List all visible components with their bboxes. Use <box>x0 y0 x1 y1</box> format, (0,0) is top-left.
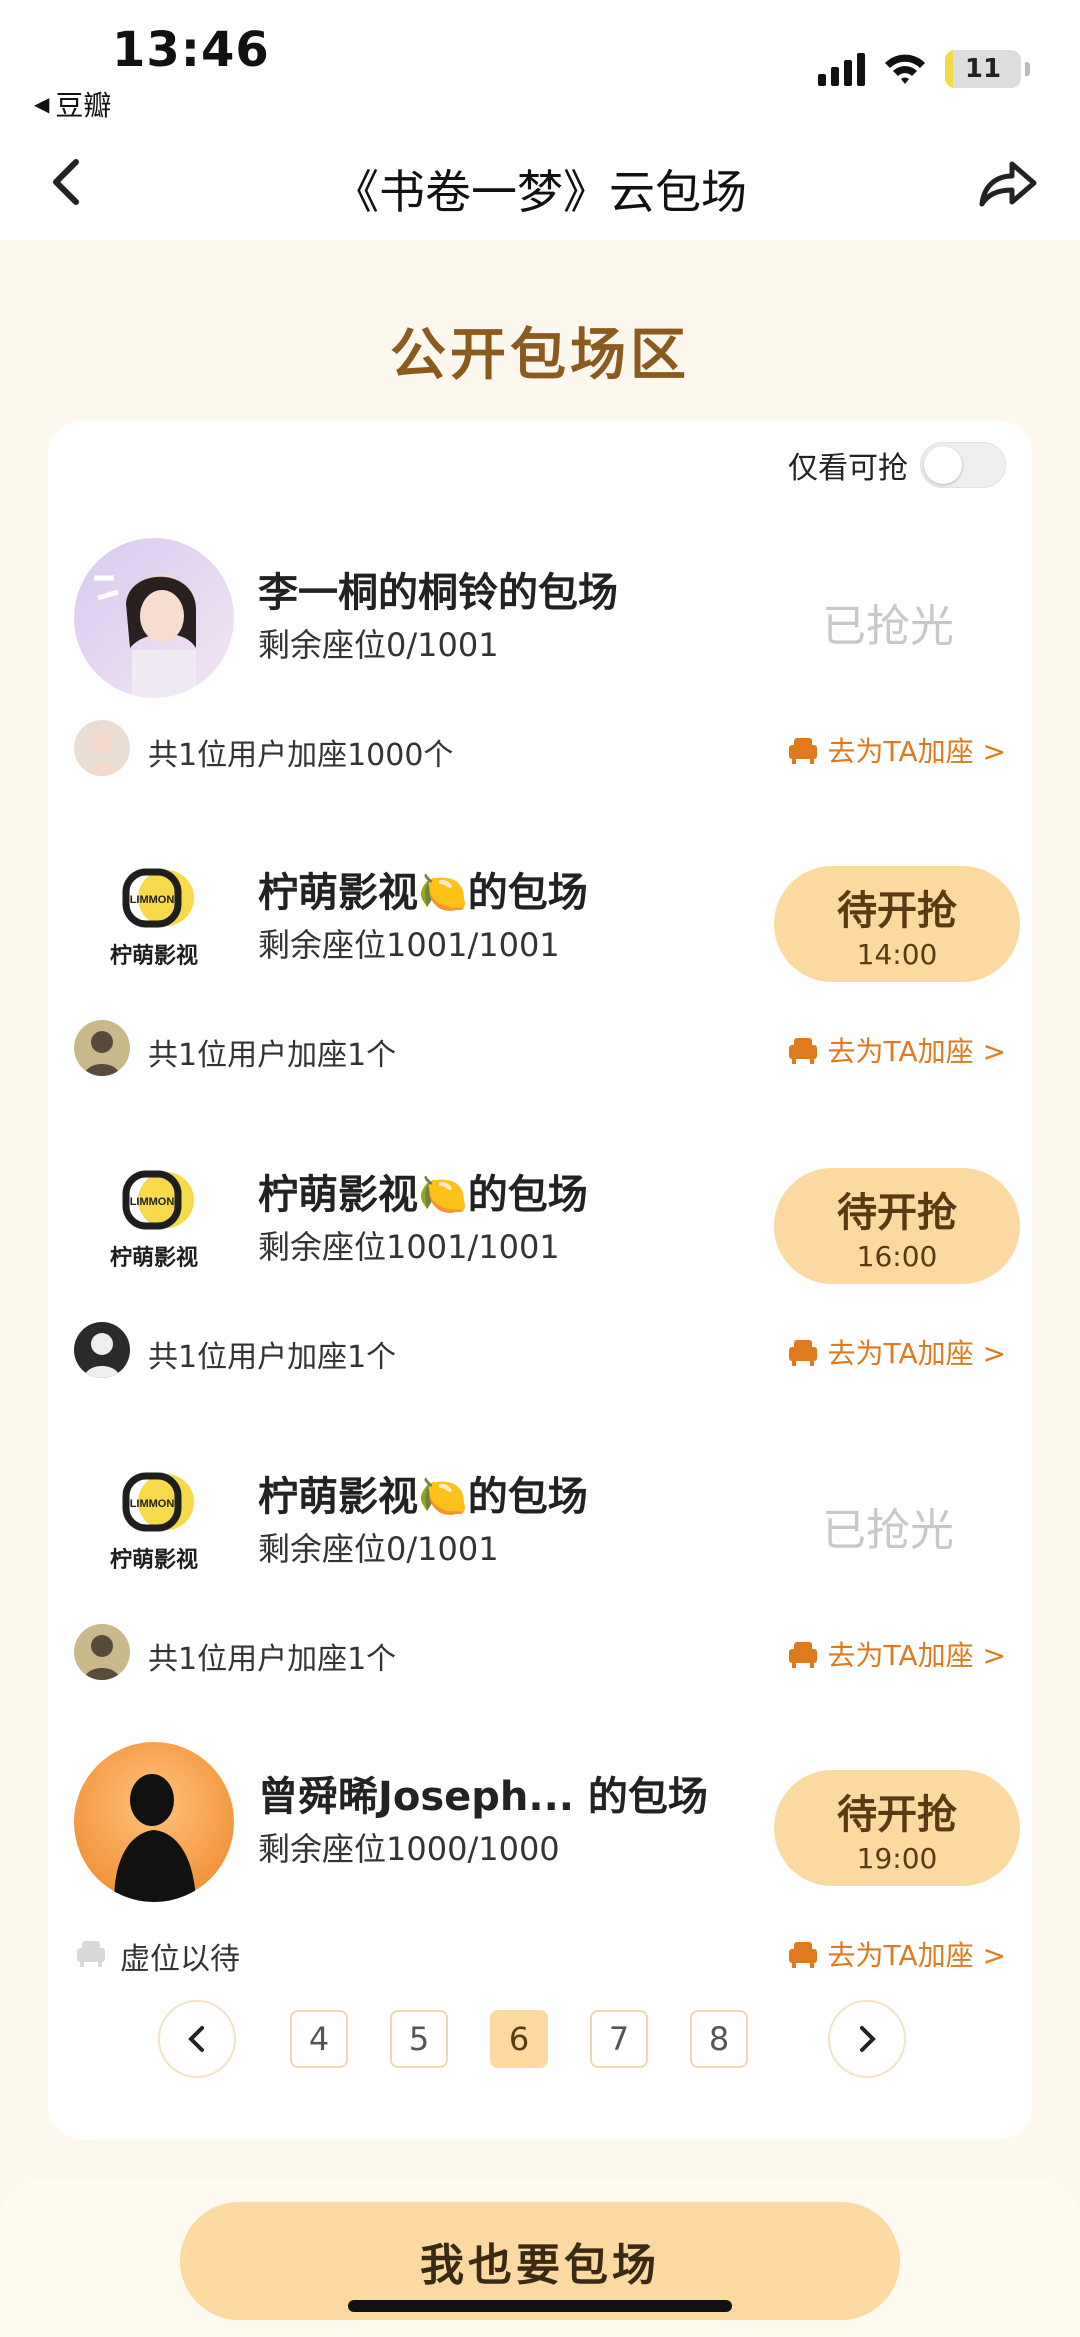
section-title: 公开包场区 <box>390 323 690 388</box>
screening-name: 曾舜晞Joseph... 的包场 <box>258 1774 708 1820</box>
screening-name: 柠萌影视🍋的包场 <box>258 870 588 916</box>
public-screening-list: 仅看可抢 李一桐的桐铃的包场 剩余座位0/1001 已抢光 共1位用户加座1000个去… <box>48 420 1032 2140</box>
bottom-bar: 我也要包场 <box>0 2180 1080 2337</box>
add-seat-link[interactable]: 去为TA加座 > <box>786 1634 1006 1674</box>
supporters-row: 共1位用户加座1个 去为TA加座 > <box>74 1020 1006 1076</box>
svg-text:LIMMON: LIMMON <box>130 1196 175 1208</box>
empty-seat-icon <box>74 1936 108 1970</box>
seat-icon <box>786 1033 820 1067</box>
svg-text:LIMMON: LIMMON <box>130 894 175 906</box>
add-seat-label: 去为TA加座 > <box>827 1035 1006 1068</box>
supporters-row: 共1位用户加座1000个 去为TA加座 > <box>74 720 1006 776</box>
screening-entry[interactable]: LIMMON 柠萌影视 柠萌影视🍋的包场剩余座位0/1001 已抢光共1位用户加座1个… <box>48 1442 1032 1744</box>
screening-entry[interactable]: LIMMON 柠萌影视 柠萌影视🍋的包场剩余座位1001/1001 待开抢 16:00 共… <box>48 1140 1032 1442</box>
page-number-button[interactable]: 8 <box>690 2010 748 2068</box>
back-triangle-icon: ◀ <box>34 92 50 116</box>
clock: 13:46 <box>112 22 270 78</box>
only-available-toggle[interactable] <box>920 442 1006 488</box>
supporters-text: 共1位用户加座1个 <box>148 1340 397 1375</box>
add-seat-link[interactable]: 去为TA加座 > <box>786 1332 1006 1372</box>
home-indicator <box>348 2300 732 2312</box>
supporter-avatar <box>74 1020 130 1076</box>
add-seat-label: 去为TA加座 > <box>827 1337 1006 1370</box>
add-seat-link[interactable]: 去为TA加座 > <box>786 1934 1006 1974</box>
supporter-avatar <box>74 720 130 776</box>
svg-text:柠萌影视: 柠萌影视 <box>110 1245 198 1271</box>
add-seat-link[interactable]: 去为TA加座 > <box>786 730 1006 770</box>
screening-entry[interactable]: 曾舜晞Joseph... 的包场剩余座位1000/1000 待开抢 19:00 虚位以… <box>48 1742 1032 2044</box>
svg-text:LIMMON: LIMMON <box>130 1498 175 1510</box>
toggle-label: 仅看可抢 <box>788 451 908 486</box>
pending-grab-button[interactable]: 待开抢 14:00 <box>774 866 1020 982</box>
seat-icon <box>786 1637 820 1671</box>
remaining-seats: 剩余座位1001/1001 <box>258 926 560 964</box>
filter-row: 仅看可抢 <box>788 442 1006 488</box>
battery-level: 11 <box>964 54 1002 84</box>
prev-page-button[interactable] <box>158 2000 236 2078</box>
supporters-text: 共1位用户加座1个 <box>148 1642 397 1677</box>
pending-label: 待开抢 <box>837 887 957 934</box>
add-seat-label: 去为TA加座 > <box>827 1639 1006 1672</box>
status-icons: 11 <box>818 50 1030 88</box>
supporters-text: 共1位用户加座1个 <box>148 1038 397 1073</box>
chevron-right-icon <box>860 2026 876 2052</box>
add-seat-label: 去为TA加座 > <box>827 1939 1006 1972</box>
remaining-seats: 剩余座位0/1001 <box>258 1530 499 1568</box>
seat-icon <box>786 1937 820 1971</box>
battery-icon: 11 <box>945 50 1021 88</box>
pending-label: 待开抢 <box>837 1189 957 1236</box>
back-app-label: 豆瓣 <box>55 89 112 122</box>
screening-entry[interactable]: 李一桐的桐铃的包场剩余座位0/1001 已抢光共1位用户加座1000个 去为TA加座… <box>48 538 1032 840</box>
sold-out-status: 已抢光 <box>822 1505 954 1556</box>
page-number-button[interactable]: 4 <box>290 2010 348 2068</box>
status-bar: 13:46 ◀ 豆瓣 11 <box>0 0 1080 130</box>
seat-icon <box>786 1335 820 1369</box>
sold-out-status: 已抢光 <box>822 601 954 652</box>
host-avatar[interactable]: LIMMON 柠萌影视 <box>74 838 234 998</box>
supporters-row: 共1位用户加座1个 去为TA加座 > <box>74 1322 1006 1378</box>
screening-name: 柠萌影视🍋的包场 <box>258 1172 588 1218</box>
toggle-knob <box>924 446 962 484</box>
supporters-row: 虚位以待 去为TA加座 > <box>74 1924 1006 1980</box>
remaining-seats: 剩余座位0/1001 <box>258 626 499 664</box>
screening-entry[interactable]: LIMMON 柠萌影视 柠萌影视🍋的包场剩余座位1001/1001 待开抢 14:00 共… <box>48 838 1032 1140</box>
battery-tip <box>1025 62 1030 76</box>
pending-grab-button[interactable]: 待开抢 16:00 <box>774 1168 1020 1284</box>
add-seat-link[interactable]: 去为TA加座 > <box>786 1030 1006 1070</box>
pending-label: 待开抢 <box>837 1791 957 1838</box>
page-number-button[interactable]: 6 <box>490 2010 548 2068</box>
supporter-avatar <box>74 1322 130 1378</box>
screening-name: 李一桐的桐铃的包场 <box>258 570 618 616</box>
open-time: 14:00 <box>856 937 938 971</box>
cellular-signal-icon <box>818 52 865 86</box>
host-avatar[interactable]: LIMMON 柠萌影视 <box>74 1140 234 1300</box>
open-time: 19:00 <box>856 1841 938 1875</box>
host-avatar[interactable]: LIMMON 柠萌影视 <box>74 1442 234 1602</box>
page-number-button[interactable]: 5 <box>390 2010 448 2068</box>
supporters-text: 共1位用户加座1000个 <box>148 738 454 773</box>
screening-name: 柠萌影视🍋的包场 <box>258 1474 588 1520</box>
supporters-row: 共1位用户加座1个 去为TA加座 > <box>74 1624 1006 1680</box>
seat-icon <box>786 733 820 767</box>
pending-grab-button[interactable]: 待开抢 19:00 <box>774 1770 1020 1886</box>
host-avatar[interactable] <box>74 1742 234 1902</box>
chevron-left-icon <box>188 2026 204 2052</box>
page-number-button[interactable]: 7 <box>590 2010 648 2068</box>
remaining-seats: 剩余座位1001/1001 <box>258 1228 560 1266</box>
remaining-seats: 剩余座位1000/1000 <box>258 1830 560 1868</box>
page-title: 《书卷一梦》云包场 <box>333 165 747 219</box>
svg-text:柠萌影视: 柠萌影视 <box>110 943 198 969</box>
next-page-button[interactable] <box>828 2000 906 2078</box>
navigation-bar: 《书卷一梦》云包场 <box>0 130 1080 240</box>
svg-text:柠萌影视: 柠萌影视 <box>110 1547 198 1573</box>
host-avatar[interactable] <box>74 538 234 698</box>
back-to-app-link[interactable]: ◀ 豆瓣 <box>34 84 111 124</box>
supporters-text: 虚位以待 <box>120 1942 240 1977</box>
share-icon[interactable] <box>974 150 1040 216</box>
wifi-icon <box>885 54 925 84</box>
pagination: 45678 <box>48 2000 1032 2080</box>
open-time: 16:00 <box>856 1239 938 1273</box>
supporter-avatar <box>74 1624 130 1680</box>
add-seat-label: 去为TA加座 > <box>827 735 1006 768</box>
